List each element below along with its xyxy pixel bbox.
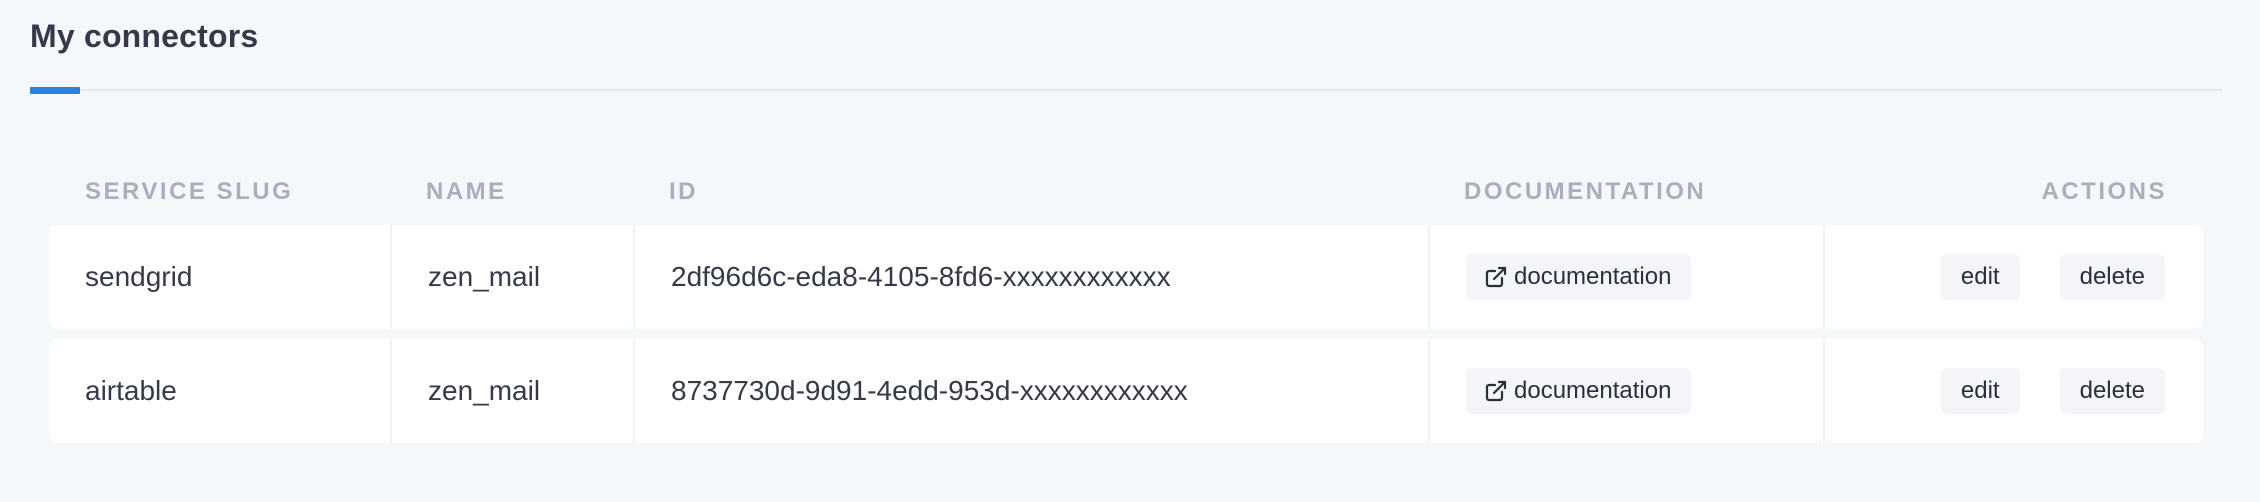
header-id: ID: [669, 178, 698, 205]
header-name: NAME: [426, 178, 507, 205]
service-slug-cell: airtable: [85, 375, 177, 406]
header-actions: ACTIONS: [2041, 178, 2167, 205]
documentation-label: documentation: [1514, 377, 1672, 404]
actions-cell: edit delete: [1823, 225, 2203, 329]
table-row: airtable zen_mail 8737730d-9d91-4edd-953…: [49, 339, 2203, 443]
delete-button[interactable]: delete: [2059, 254, 2165, 300]
edit-button[interactable]: edit: [1940, 254, 2020, 300]
actions-cell: edit delete: [1823, 339, 2203, 443]
connectors-page: My connectors SERVICE SLUG NAME ID DOCUM…: [0, 0, 2260, 502]
connectors-table: SERVICE SLUG NAME ID DOCUMENTATION ACTIO…: [49, 170, 2203, 453]
service-slug-cell: sendgrid: [85, 261, 193, 292]
header-documentation: DOCUMENTATION: [1464, 178, 1707, 205]
name-cell: zen_mail: [390, 225, 633, 329]
title-divider: [30, 89, 2222, 91]
external-link-icon: [1485, 380, 1507, 402]
page-title: My connectors: [30, 18, 259, 54]
id-cell: 2df96d6c-eda8-4105-8fd6-xxxxxxxxxxxx: [633, 225, 1428, 329]
delete-button[interactable]: delete: [2059, 368, 2165, 414]
documentation-cell: documentation: [1428, 339, 1823, 443]
table-header: SERVICE SLUG NAME ID DOCUMENTATION ACTIO…: [49, 170, 2203, 225]
documentation-button[interactable]: documentation: [1466, 254, 1692, 300]
name-cell: zen_mail: [390, 339, 633, 443]
edit-button[interactable]: edit: [1940, 368, 2020, 414]
header-service-slug: SERVICE SLUG: [85, 178, 294, 205]
table-row: sendgrid zen_mail 2df96d6c-eda8-4105-8fd…: [49, 225, 2203, 329]
documentation-cell: documentation: [1428, 225, 1823, 329]
documentation-button[interactable]: documentation: [1466, 368, 1692, 414]
id-cell: 8737730d-9d91-4edd-953d-xxxxxxxxxxxx: [633, 339, 1428, 443]
external-link-icon: [1485, 266, 1507, 288]
documentation-label: documentation: [1514, 263, 1672, 290]
title-accent-bar: [30, 87, 80, 94]
